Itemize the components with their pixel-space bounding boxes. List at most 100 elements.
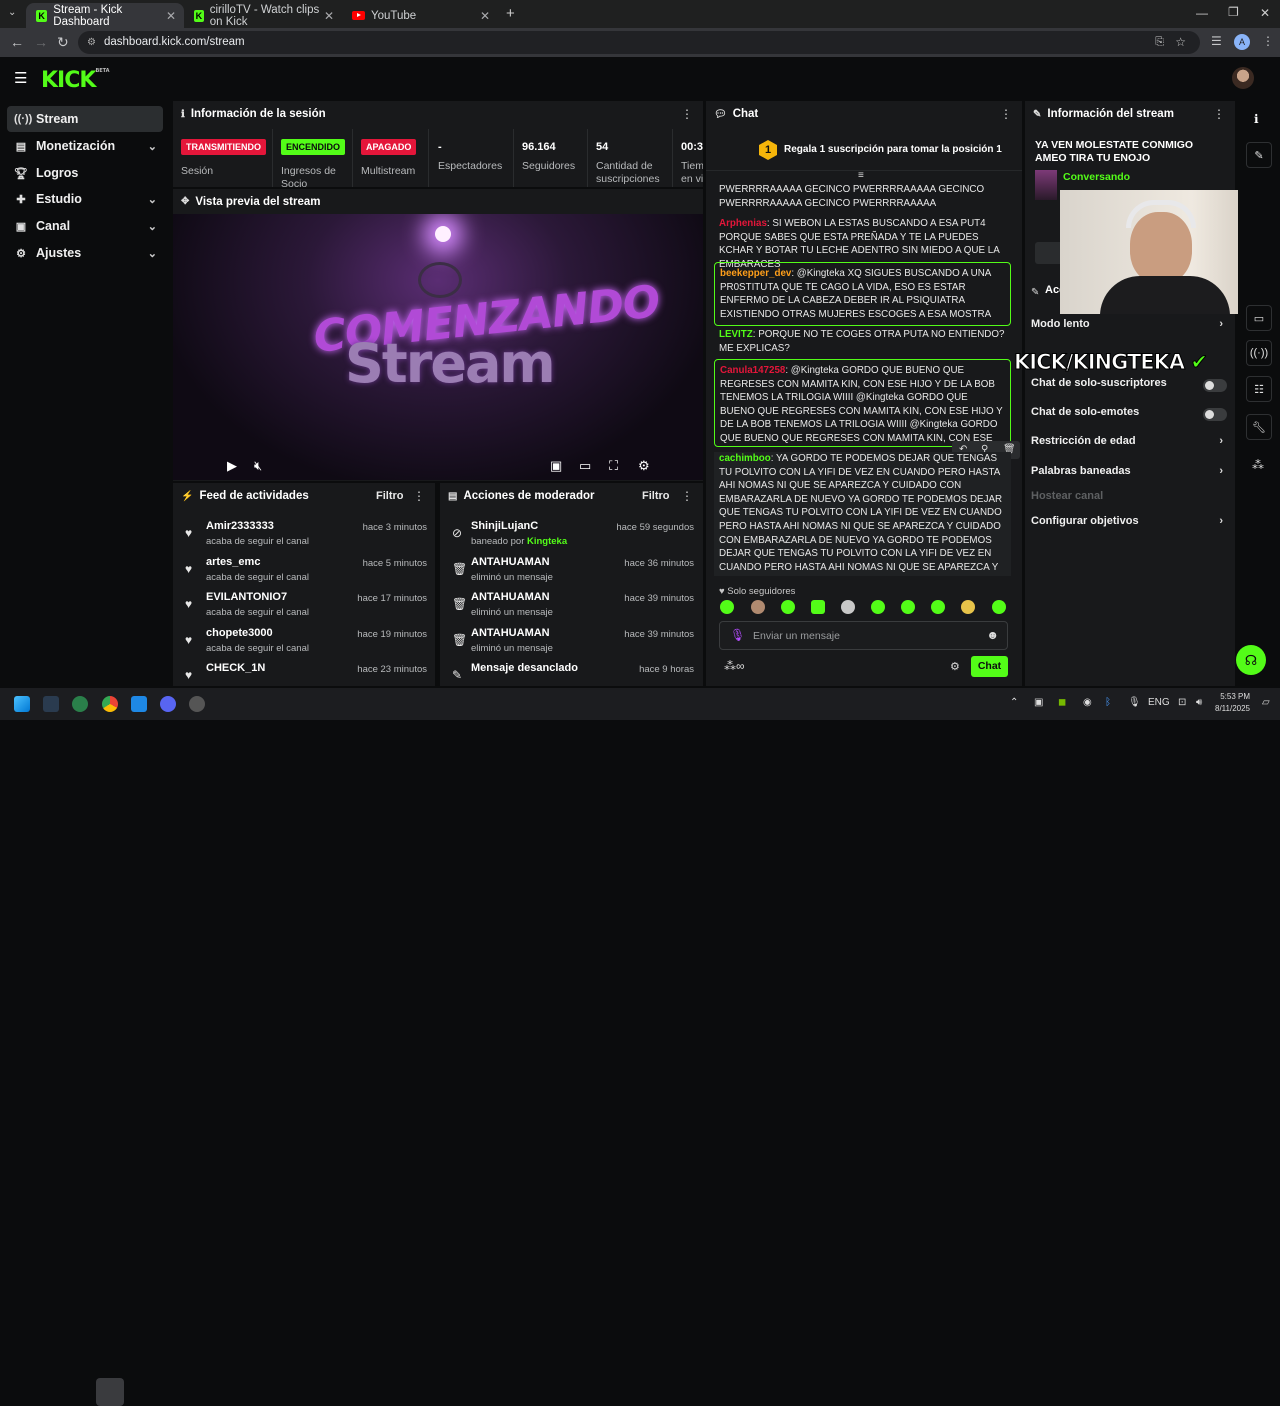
- mod-setting-banned-words[interactable]: Palabras baneadas ›: [1031, 465, 1227, 485]
- chat-username[interactable]: cachimboo: [719, 453, 771, 464]
- chat-message[interactable]: cachimboo: YA GORDO TE PODEMOS DEJAR QUE…: [714, 452, 1011, 576]
- theater-icon[interactable]: ▭: [579, 458, 591, 474]
- mod-setting-age-restriction[interactable]: Restricción de edad ›: [1031, 435, 1227, 455]
- modaction-row[interactable]: 🗑︎ ANTAHUAMAN eliminó un mensaje hace 36…: [440, 553, 702, 588]
- edit-rail-button[interactable]: ✎: [1246, 142, 1272, 168]
- microphone-icon[interactable]: 🎙︎: [730, 628, 745, 642]
- chat-username[interactable]: LEVITZ: [719, 329, 753, 340]
- chat-username[interactable]: beekepper_dev: [720, 268, 791, 279]
- sidebar-item-monetizacion[interactable]: ▤ Monetización ⌄: [7, 133, 163, 159]
- reading-list-icon[interactable]: ☰: [1211, 34, 1222, 48]
- kick-logo[interactable]: KICKBETA: [41, 68, 110, 93]
- steam-tray-icon[interactable]: ◉: [1083, 697, 1092, 708]
- forward-icon[interactable]: →: [34, 34, 48, 50]
- subs-only-toggle[interactable]: [1203, 379, 1227, 392]
- emote-icon[interactable]: [992, 600, 1006, 614]
- play-icon[interactable]: ▶: [227, 458, 237, 474]
- profile-avatar[interactable]: A: [1234, 34, 1250, 50]
- clock-date[interactable]: 8/11/2025: [1210, 704, 1250, 713]
- info-icon[interactable]: ℹ: [1254, 112, 1259, 126]
- window-close-icon[interactable]: ✕: [1260, 6, 1270, 20]
- sidebar-item-ajustes[interactable]: ⚙ Ajustes ⌄: [7, 240, 163, 266]
- tab-search-icon[interactable]: ⌄: [8, 7, 16, 18]
- emote-icon[interactable]: [720, 600, 734, 614]
- support-headset-button[interactable]: ☊: [1236, 645, 1266, 675]
- discord-icon[interactable]: [160, 696, 176, 712]
- tab-cirillotv[interactable]: K cirilloTV - Watch clips on Kick ✕: [184, 3, 342, 28]
- modaction-row[interactable]: 🗑︎ ANTAHUAMAN eliminó un mensaje hace 39…: [440, 588, 702, 623]
- windows-start-icon[interactable]: [14, 696, 30, 712]
- emotes-only-toggle[interactable]: [1203, 408, 1227, 421]
- network-icon[interactable]: ⊡: [1178, 697, 1186, 708]
- broadcast-rail-button[interactable]: ((·)): [1246, 340, 1272, 366]
- chat-rail-button[interactable]: ▭: [1246, 305, 1272, 331]
- pip-icon[interactable]: ▣: [550, 458, 562, 474]
- feed-row[interactable]: ♥ EVILANTONIO7 acaba de seguir el canal …: [173, 588, 435, 623]
- emote-icon[interactable]: [931, 600, 945, 614]
- chat-input[interactable]: 🎙︎ Enviar un mensaje ☻: [719, 621, 1008, 650]
- tools-rail-button[interactable]: 🔧︎: [1246, 414, 1272, 440]
- chat-message-highlighted[interactable]: beekepper_dev: @Kingteka XQ SIGUES BUSCA…: [714, 262, 1011, 327]
- kebab-menu-icon[interactable]: ⋮: [681, 107, 693, 121]
- sidebar-item-stream[interactable]: ((·)) Stream: [7, 106, 163, 132]
- tray-chevron-icon[interactable]: ⌃: [1010, 697, 1018, 708]
- tab-youtube[interactable]: YouTube ✕: [342, 3, 498, 28]
- chat-message-highlighted[interactable]: Canula147258: @Kingteka GORDO QUE BUENO …: [714, 359, 1011, 447]
- volume-icon[interactable]: 🔊︎: [1196, 697, 1202, 708]
- sidebar-item-estudio[interactable]: ✚ Estudio ⌄: [7, 186, 163, 212]
- close-icon[interactable]: ✕: [166, 9, 176, 23]
- modactions-filter-button[interactable]: Filtro: [642, 490, 670, 502]
- bluetooth-icon[interactable]: ᛒ: [1105, 697, 1111, 708]
- notepad-icon[interactable]: [131, 696, 147, 712]
- modaction-row[interactable]: ✎ Mensaje desanclado hace 9 horas: [440, 659, 702, 686]
- emote-icon[interactable]: [871, 600, 885, 614]
- chat-username[interactable]: Canula147258: [720, 365, 785, 376]
- emote-icon[interactable]: [841, 600, 855, 614]
- language-indicator[interactable]: ENG: [1148, 697, 1170, 708]
- user-avatar[interactable]: [1232, 67, 1254, 89]
- kebab-menu-icon[interactable]: ⋮: [413, 489, 425, 503]
- feed-row[interactable]: ♥ Amir2333333 acaba de seguir el canal h…: [173, 517, 435, 552]
- feed-row[interactable]: ♥ chopete3000 acaba de seguir el canal h…: [173, 624, 435, 659]
- emote-icon[interactable]: [901, 600, 915, 614]
- kebab-menu-icon[interactable]: ⋮: [1213, 107, 1225, 121]
- minimize-icon[interactable]: —: [1196, 6, 1208, 20]
- send-chat-button[interactable]: Chat: [971, 656, 1008, 677]
- browser-menu-icon[interactable]: ⋮: [1262, 34, 1274, 48]
- hamburger-menu-icon[interactable]: ☰: [14, 69, 27, 87]
- translate-icon[interactable]: ⎘: [1155, 31, 1164, 54]
- sidebar-item-logros[interactable]: 🏆︎ Logros: [7, 160, 163, 186]
- new-tab-icon[interactable]: +: [506, 5, 515, 22]
- mod-setting-emotes-only[interactable]: Chat de solo-emotes: [1031, 406, 1227, 426]
- mic-tray-icon[interactable]: 🎙︎: [1128, 697, 1141, 708]
- kebab-menu-icon[interactable]: ⋮: [1000, 107, 1012, 121]
- bookmark-star-icon[interactable]: ☆: [1175, 31, 1186, 54]
- emote-icon[interactable]: [811, 600, 825, 614]
- stream-video-player[interactable]: COMENZANDO Stream ▶ 🔇︎ ▣ ▭ ⛶ ⚙: [173, 214, 703, 480]
- close-icon[interactable]: ✕: [480, 9, 490, 23]
- emote-icon[interactable]: [961, 600, 975, 614]
- modaction-row[interactable]: ⊘ ShinjiLujanC baneado por Kingteka hace…: [440, 517, 702, 552]
- fullscreen-icon[interactable]: ⛶: [609, 458, 618, 474]
- kebab-menu-icon[interactable]: ⋮: [681, 489, 693, 503]
- restore-icon[interactable]: ❐: [1228, 5, 1239, 19]
- chat-message[interactable]: LEVITZ: PORQUE NO TE COGES OTRA PUTA NO …: [714, 328, 1011, 355]
- tray-app-icon[interactable]: ▣: [1034, 697, 1043, 708]
- reload-icon[interactable]: ↻: [57, 34, 69, 51]
- tab-kick-dashboard[interactable]: K Stream - Kick Dashboard ✕: [26, 3, 184, 28]
- layout-rail-button[interactable]: ☷: [1246, 376, 1272, 402]
- obs-icon[interactable]: [189, 696, 205, 712]
- kick-points-icon[interactable]: ⁂: [1252, 458, 1264, 472]
- notifications-icon[interactable]: ▱: [1262, 697, 1270, 708]
- chat-settings-icon[interactable]: ⚙: [950, 660, 960, 673]
- mod-setting-slow-mode[interactable]: Modo lento ›: [1031, 318, 1227, 338]
- steam-icon[interactable]: [43, 696, 59, 712]
- chat-message[interactable]: PWERRRRAAAAA GECINCO PWERRRRAAAAA GECINC…: [714, 183, 1011, 210]
- url-field[interactable]: ⚙ dashboard.kick.com/stream ⎘ ☆: [78, 31, 1200, 54]
- feed-filter-button[interactable]: Filtro: [376, 490, 404, 502]
- close-icon[interactable]: ✕: [324, 9, 334, 23]
- mod-setting-subs-only[interactable]: Chat de solo-suscriptores: [1031, 377, 1227, 397]
- emote-icon[interactable]: [751, 600, 765, 614]
- sidebar-item-canal[interactable]: ▣ Canal ⌄: [7, 213, 163, 239]
- chrome-icon[interactable]: [102, 696, 118, 712]
